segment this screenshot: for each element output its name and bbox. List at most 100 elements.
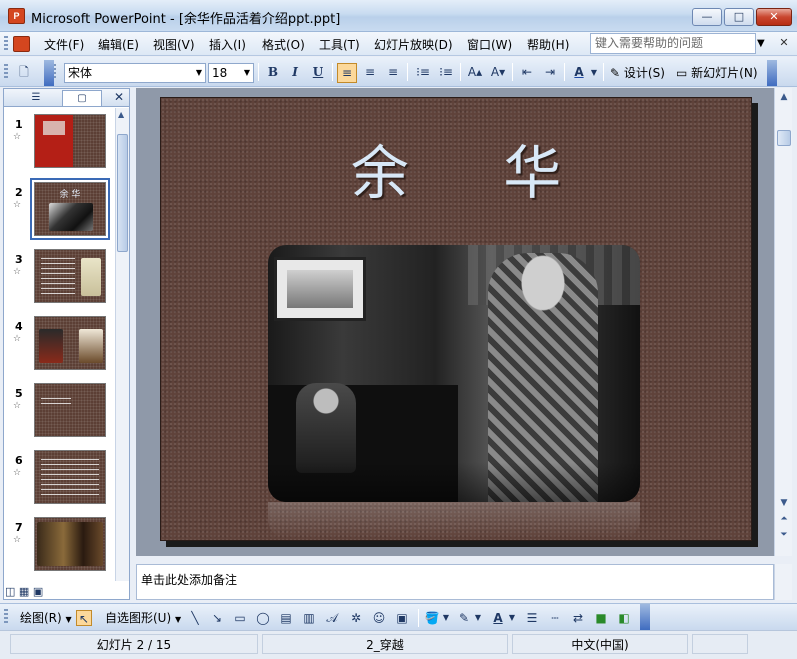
menu-slideshow[interactable]: 幻灯片放映(D) — [374, 36, 453, 53]
document-close-icon[interactable]: ✕ — [778, 36, 790, 50]
select-pointer-icon[interactable]: ↖ — [76, 610, 92, 626]
slide-thumbnail-6[interactable] — [34, 450, 106, 504]
scroll-up-icon[interactable]: ▲ — [777, 90, 791, 104]
menu-file[interactable]: 文件(F) — [44, 36, 84, 53]
design-button[interactable]: ✎ 设计(S) — [610, 63, 665, 83]
textbox-icon[interactable]: ▤ — [278, 610, 294, 626]
chevron-down-icon[interactable]: ▼ — [507, 610, 517, 626]
vertical-textbox-icon[interactable]: ▥ — [301, 610, 317, 626]
close-button[interactable]: ✕ — [756, 8, 792, 26]
slide-indicator: 幻灯片 2 / 15 — [10, 634, 258, 654]
toolbar-options-icon[interactable] — [44, 60, 54, 86]
arrow-icon[interactable]: ↘ — [209, 610, 225, 626]
pane-close-icon[interactable]: ✕ — [114, 90, 124, 104]
slide-scrollbar[interactable]: ▲ ▼ ⏶ ⏷ — [774, 88, 792, 556]
design-template-name: 2_穿越 — [262, 634, 508, 654]
chevron-down-icon[interactable]: ▼ — [193, 64, 205, 82]
draw-menu-button[interactable]: 绘图(R) ▼ — [20, 608, 72, 628]
toolbar-grip-icon[interactable] — [4, 64, 8, 80]
menu-insert[interactable]: 插入(I) — [209, 36, 246, 53]
new-slide-button[interactable]: ▭ 新幻灯片(N) — [676, 63, 758, 83]
chevron-down-icon[interactable]: ▼ — [589, 63, 599, 83]
scroll-down-icon[interactable]: ▼ — [777, 496, 791, 510]
current-slide[interactable]: 余 华 — [160, 97, 752, 541]
scroll-thumb[interactable] — [117, 134, 128, 252]
chevron-down-icon[interactable]: ▼ — [241, 64, 253, 82]
toolbar-grip-icon[interactable] — [4, 36, 8, 52]
menu-format[interactable]: 格式(O) — [262, 36, 305, 53]
toolbar-options-icon[interactable] — [640, 604, 650, 630]
scroll-thumb[interactable] — [777, 130, 791, 146]
animation-star-icon: ☆ — [13, 267, 22, 277]
line-icon[interactable]: ╲ — [187, 610, 203, 626]
menu-help[interactable]: 帮助(H) — [527, 36, 569, 53]
slideshow-view-icon[interactable]: ▣ — [33, 585, 43, 598]
slide-thumbnail-2[interactable]: 余 华 — [30, 178, 110, 240]
chevron-down-icon[interactable]: ▼ — [441, 610, 451, 626]
oval-icon[interactable]: ◯ — [255, 610, 271, 626]
powerpoint-app-icon[interactable]: P — [8, 8, 25, 24]
chevron-down-icon[interactable]: ▼ — [473, 610, 483, 626]
dash-style-icon[interactable]: ┄ — [547, 610, 563, 626]
shadow-style-icon[interactable]: ■ — [593, 610, 609, 626]
clipart-icon[interactable]: ☺ — [371, 610, 387, 626]
document-icon[interactable] — [13, 36, 30, 52]
diagram-icon[interactable]: ✲ — [348, 610, 364, 626]
decrease-indent-icon[interactable]: ⇤ — [517, 63, 537, 83]
increase-font-icon[interactable]: A▴ — [465, 63, 485, 83]
fill-color-icon[interactable]: 🪣 — [424, 610, 440, 626]
slide-photo[interactable] — [268, 245, 640, 502]
next-slide-icon[interactable]: ⏷ — [777, 528, 791, 542]
autoshapes-button[interactable]: 自选图形(U) ▼ — [105, 608, 181, 628]
bold-button[interactable]: B — [263, 63, 283, 83]
slide-title[interactable]: 余 华 — [161, 126, 751, 210]
insert-picture-icon[interactable]: ▣ — [394, 610, 410, 626]
slide-thumbnail-5[interactable] — [34, 383, 106, 437]
slide-thumbnail-3[interactable] — [34, 249, 106, 303]
slide-sorter-icon[interactable]: ▦ — [19, 585, 29, 598]
slide-thumbnail-1[interactable] — [34, 114, 106, 168]
toolbar-options-icon[interactable] — [767, 60, 777, 86]
menu-tools[interactable]: 工具(T) — [319, 36, 360, 53]
slide-number: 7 — [15, 521, 23, 534]
italic-button[interactable]: I — [285, 63, 305, 83]
align-center-icon[interactable]: ≡ — [360, 63, 380, 83]
arrow-style-icon[interactable]: ⇄ — [570, 610, 586, 626]
underline-button[interactable]: U — [308, 63, 328, 83]
font-family-combo[interactable]: 宋体 ▼ — [64, 63, 206, 83]
tab-outline[interactable]: ☰ — [16, 90, 56, 106]
photo-reflection — [268, 502, 640, 538]
3d-style-icon[interactable]: ◧ — [616, 610, 632, 626]
toolbar-grip-icon[interactable] — [4, 609, 8, 625]
increase-indent-icon[interactable]: ⇥ — [540, 63, 560, 83]
numbered-list-icon[interactable]: ⁝≡ — [413, 63, 433, 83]
scroll-up-icon[interactable]: ▲ — [118, 110, 124, 119]
tab-slides[interactable]: ▢ — [62, 90, 102, 106]
chevron-down-icon[interactable]: ▼ — [757, 38, 765, 49]
line-color-icon[interactable]: ✎ — [456, 610, 472, 626]
thumbnails-scrollbar[interactable]: ▲ — [115, 108, 129, 581]
help-search-input[interactable]: 键入需要帮助的问题 — [590, 33, 756, 54]
slide-thumbnail-4[interactable] — [34, 316, 106, 370]
rectangle-icon[interactable]: ▭ — [232, 610, 248, 626]
previous-slide-icon[interactable]: ⏶ — [777, 512, 791, 526]
normal-view-icon[interactable]: ◫ — [5, 585, 15, 598]
maximize-button[interactable]: □ — [724, 8, 754, 26]
decrease-font-icon[interactable]: A▾ — [488, 63, 508, 83]
line-style-icon[interactable]: ☰ — [524, 610, 540, 626]
menu-window[interactable]: 窗口(W) — [467, 36, 512, 53]
notes-scrollbar[interactable] — [774, 564, 792, 600]
font-color-icon[interactable]: A — [569, 63, 589, 83]
slide-thumbnail-7[interactable] — [34, 517, 106, 571]
menu-view[interactable]: 视图(V) — [153, 36, 195, 53]
bullet-list-icon[interactable]: ⁝≡ — [436, 63, 456, 83]
menu-edit[interactable]: 编辑(E) — [98, 36, 139, 53]
minimize-button[interactable]: — — [692, 8, 722, 26]
align-right-icon[interactable]: ≡ — [383, 63, 403, 83]
wordart-icon[interactable]: 𝒜 — [324, 610, 340, 626]
font-size-combo[interactable]: 18 ▼ — [208, 63, 254, 83]
notes-pane[interactable]: 单击此处添加备注 — [136, 564, 774, 600]
font-color-icon[interactable]: A — [490, 610, 506, 626]
align-left-icon[interactable]: ≡ — [337, 63, 357, 83]
new-document-icon[interactable]: 🗋 — [14, 63, 34, 83]
